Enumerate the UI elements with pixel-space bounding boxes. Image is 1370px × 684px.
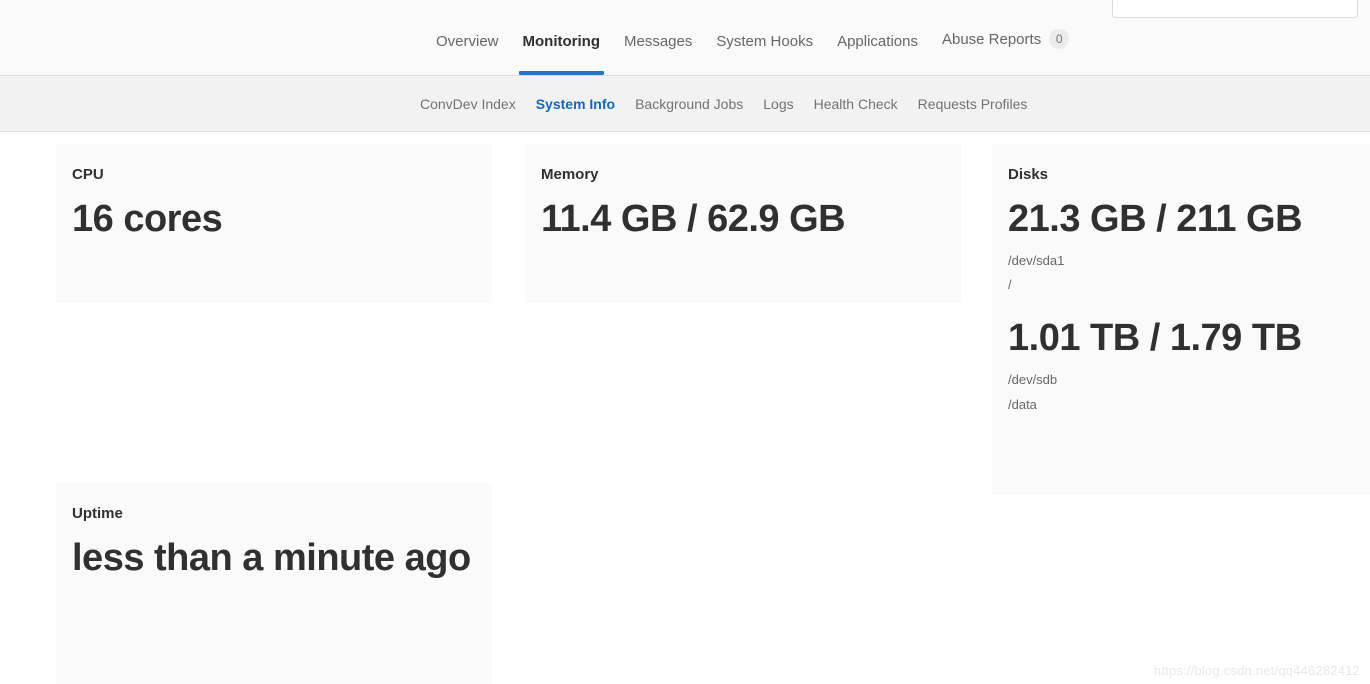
disk-entry-device: /dev/sdb xyxy=(1008,371,1058,387)
disk-entry-mount: /data xyxy=(1008,396,1037,412)
tab-messages-label: Messages xyxy=(624,33,693,50)
tab-applications-label: Applications xyxy=(837,33,918,50)
card-cpu: CPU 16 cores xyxy=(56,144,492,303)
subnav-item-health-check[interactable]: Health Check xyxy=(804,96,908,112)
system-info-cards: CPU 16 cores Memory 11.4 GB / 62.9 GB Di… xyxy=(0,132,1370,684)
disk-entry-mount: / xyxy=(1008,277,1012,293)
card-disks: Disks 21.3 GB / 211 GB /dev/sda1 / 1.01 … xyxy=(992,144,1370,495)
card-memory-value: 11.4 GB / 62.9 GB xyxy=(541,198,846,240)
tab-monitoring-label: Monitoring xyxy=(522,33,600,50)
subnav-item-system-info[interactable]: System Info xyxy=(526,96,625,112)
card-uptime: Uptime less than a minute ago xyxy=(56,483,492,684)
tab-applications[interactable]: Applications xyxy=(825,34,930,75)
watermark: https://blog.csdn.net/qq446282412 xyxy=(1153,663,1360,678)
global-search-box[interactable] xyxy=(1112,0,1358,18)
tab-system-hooks[interactable]: System Hooks xyxy=(704,34,825,75)
disk-entry: 21.3 GB / 211 GB /dev/sda1 / xyxy=(1008,196,1354,293)
disk-entry-value: 21.3 GB / 211 GB xyxy=(1008,198,1303,240)
card-disks-title: Disks xyxy=(1008,166,1049,183)
subnav-item-requests-profiles[interactable]: Requests Profiles xyxy=(908,96,1038,112)
secondary-nav-items: ConvDev Index System Info Background Job… xyxy=(0,76,1370,131)
tab-system-hooks-label: System Hooks xyxy=(716,33,814,50)
disk-entry-device: /dev/sda1 xyxy=(1008,252,1065,268)
abuse-reports-count-badge: 0 xyxy=(1049,29,1070,49)
disk-entry: 1.01 TB / 1.79 TB /dev/sdb /data xyxy=(1008,315,1354,412)
subnav-item-logs[interactable]: Logs xyxy=(753,96,803,112)
tab-messages[interactable]: Messages xyxy=(612,34,704,75)
tab-overview[interactable]: Overview xyxy=(424,34,511,75)
disk-entry-value: 1.01 TB / 1.79 TB xyxy=(1008,317,1302,360)
subnav-item-convdev-index[interactable]: ConvDev Index xyxy=(410,96,526,112)
tab-overview-label: Overview xyxy=(436,33,499,50)
tab-abuse-reports[interactable]: Abuse Reports 0 xyxy=(930,29,1081,75)
card-cpu-title: CPU xyxy=(72,166,104,183)
card-memory: Memory 11.4 GB / 62.9 GB xyxy=(525,144,961,303)
tab-monitoring[interactable]: Monitoring xyxy=(511,34,612,75)
secondary-nav: ConvDev Index System Info Background Job… xyxy=(0,76,1370,132)
card-cpu-value: 16 cores xyxy=(72,198,223,240)
card-uptime-title: Uptime xyxy=(72,505,123,522)
tab-abuse-reports-label: Abuse Reports xyxy=(941,30,1042,48)
card-memory-title: Memory xyxy=(541,166,599,183)
card-uptime-value: less than a minute ago xyxy=(72,537,471,579)
subnav-item-background-jobs[interactable]: Background Jobs xyxy=(625,96,753,112)
